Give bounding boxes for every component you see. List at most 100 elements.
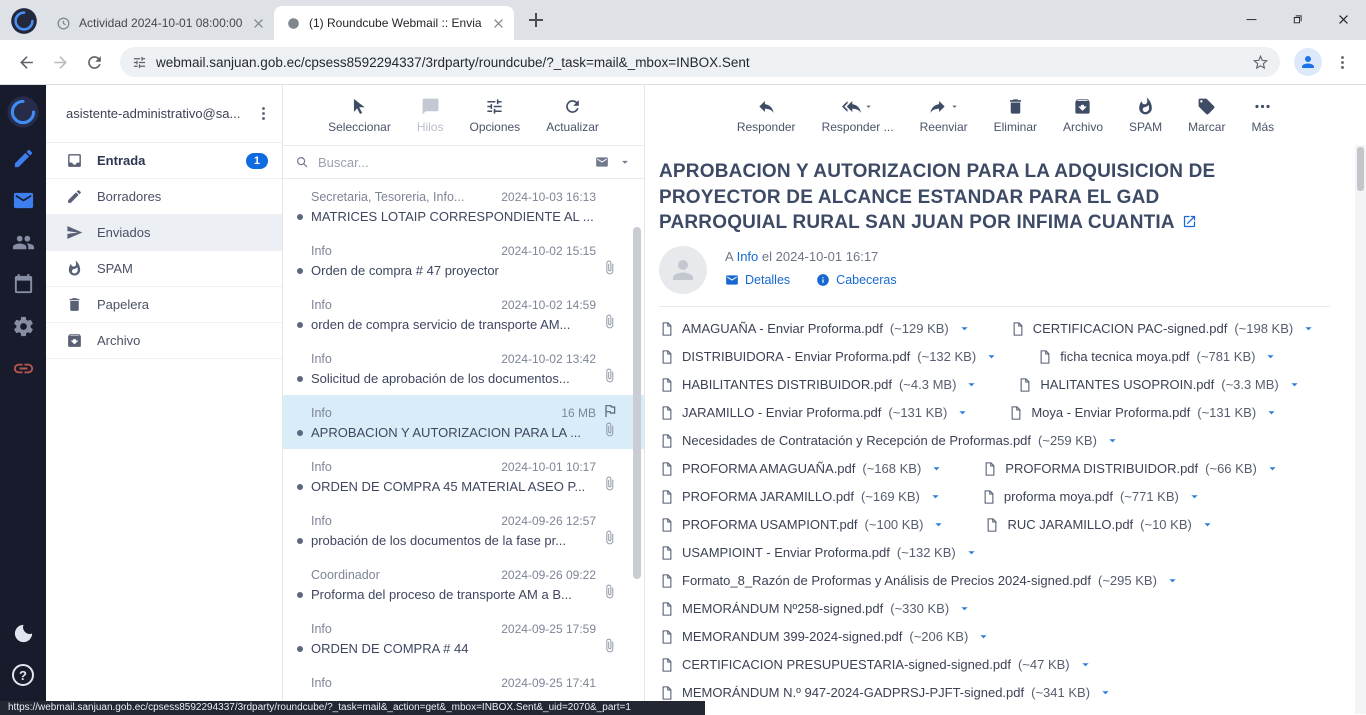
list-scrollbar-thumb[interactable] bbox=[633, 227, 641, 579]
external-link-icon[interactable] bbox=[1182, 214, 1197, 229]
reply-button[interactable]: Responder bbox=[737, 96, 796, 134]
flag-icon[interactable] bbox=[602, 565, 618, 581]
search-scope-icon[interactable] bbox=[595, 155, 609, 169]
attachment-menu-caret-icon[interactable] bbox=[931, 517, 946, 532]
chevron-down-icon[interactable] bbox=[949, 101, 960, 112]
attachment-menu-caret-icon[interactable] bbox=[976, 629, 991, 644]
chevron-down-icon[interactable] bbox=[863, 101, 874, 112]
delete-button[interactable]: Eliminar bbox=[994, 96, 1037, 134]
view-scrollbar[interactable] bbox=[1355, 145, 1366, 714]
back-button[interactable] bbox=[10, 46, 42, 78]
attachment-item[interactable]: JARAMILLO - Enviar Proforma.pdf (~131 KB… bbox=[659, 405, 970, 421]
flag-icon[interactable] bbox=[602, 673, 618, 689]
attachment-item[interactable]: PROFORMA AMAGUAÑA.pdf (~168 KB) bbox=[659, 461, 944, 477]
contacts-app-icon[interactable] bbox=[12, 231, 35, 254]
flag-icon[interactable] bbox=[602, 187, 618, 203]
refresh-button[interactable]: Actualizar bbox=[546, 96, 599, 134]
attachment-item[interactable]: CERTIFICACION PRESUPUESTARIA-signed-sign… bbox=[659, 657, 1093, 673]
details-toggle[interactable]: Detalles bbox=[725, 273, 790, 287]
account-menu-icon[interactable] bbox=[255, 105, 272, 122]
search-options-chevron-icon[interactable] bbox=[618, 155, 632, 169]
mark-button[interactable]: Marcar bbox=[1188, 96, 1225, 134]
flag-icon[interactable] bbox=[602, 295, 618, 311]
window-restore-button[interactable] bbox=[1274, 0, 1320, 38]
attachment-menu-caret-icon[interactable] bbox=[1200, 517, 1215, 532]
flag-icon[interactable] bbox=[602, 241, 618, 257]
archive-button[interactable]: Archivo bbox=[1063, 96, 1103, 134]
forward-button[interactable]: Reenviar bbox=[920, 96, 968, 134]
attachment-menu-caret-icon[interactable] bbox=[1105, 433, 1120, 448]
attachment-menu-caret-icon[interactable] bbox=[1287, 377, 1302, 392]
attachment-menu-caret-icon[interactable] bbox=[1264, 405, 1279, 420]
attachment-item[interactable]: proforma moya.pdf (~771 KB) bbox=[981, 489, 1202, 505]
link-app-icon[interactable] bbox=[12, 357, 35, 380]
help-icon[interactable]: ? bbox=[12, 664, 34, 686]
attachment-item[interactable]: PROFORMA USAMPIONT.pdf (~100 KB) bbox=[659, 517, 946, 533]
window-close-button[interactable] bbox=[1320, 0, 1366, 38]
message-row[interactable]: Info 2024-09-25 17:59 ORDEN DE COMPRA # … bbox=[283, 611, 644, 665]
attachment-menu-caret-icon[interactable] bbox=[929, 713, 944, 714]
attachment-menu-caret-icon[interactable] bbox=[964, 545, 979, 560]
message-row[interactable]: Info 2024-10-01 10:17 ORDEN DE COMPRA 45… bbox=[283, 449, 644, 503]
folder-item-enviados[interactable]: Enviados bbox=[46, 215, 282, 251]
attachment-menu-caret-icon[interactable] bbox=[957, 321, 972, 336]
attachment-item[interactable]: PROFORMA DISTRIBUIDOR.pdf (~66 KB) bbox=[982, 461, 1280, 477]
attachment-menu-caret-icon[interactable] bbox=[929, 461, 944, 476]
attachment-item[interactable]: Moya - Enviar Proforma.pdf (~131 KB) bbox=[1008, 405, 1279, 421]
recipient-link[interactable]: Info bbox=[737, 249, 759, 264]
folder-item-papelera[interactable]: Papelera bbox=[46, 287, 282, 323]
message-row[interactable]: Coordinador 2024-09-26 09:22 Proforma de… bbox=[283, 557, 644, 611]
attachment-item[interactable]: ficha tecnica moya.pdf (~781 KB) bbox=[1037, 349, 1278, 365]
mail-app-icon[interactable] bbox=[12, 189, 35, 212]
tab-close-icon[interactable] bbox=[251, 16, 266, 31]
attachment-item[interactable]: CERTIFICACION PAC-signed.pdf (~198 KB) bbox=[1010, 321, 1316, 337]
attachment-menu-caret-icon[interactable] bbox=[1078, 657, 1093, 672]
attachment-menu-caret-icon[interactable] bbox=[957, 601, 972, 616]
view-scrollbar-thumb[interactable] bbox=[1357, 147, 1364, 191]
reload-button[interactable] bbox=[78, 46, 110, 78]
flag-icon[interactable] bbox=[602, 511, 618, 527]
message-row[interactable]: Info 2024-10-02 13:42 Solicitud de aprob… bbox=[283, 341, 644, 395]
search-input[interactable]: Buscar... bbox=[318, 155, 586, 170]
message-row[interactable]: Info 2024-09-26 12:57 probación de los d… bbox=[283, 503, 644, 557]
folder-item-spam[interactable]: SPAM bbox=[46, 251, 282, 287]
reply-all-button[interactable]: Responder ... bbox=[822, 96, 894, 134]
attachment-menu-caret-icon[interactable] bbox=[928, 489, 943, 504]
attachment-item[interactable]: Necesidades de Contratación y Recepción … bbox=[659, 433, 1120, 449]
browser-menu-button[interactable] bbox=[1328, 48, 1356, 76]
new-tab-button[interactable] bbox=[524, 8, 548, 32]
attachment-item[interactable]: AMAGUAÑA - Enviar Proforma.pdf (~129 KB) bbox=[659, 321, 972, 337]
threads-button[interactable]: Hilos bbox=[417, 96, 444, 134]
attachment-menu-caret-icon[interactable] bbox=[955, 405, 970, 420]
flag-icon[interactable] bbox=[602, 349, 618, 365]
attachment-menu-caret-icon[interactable] bbox=[1263, 349, 1278, 364]
calendar-app-icon[interactable] bbox=[12, 273, 35, 296]
spam-button[interactable]: SPAM bbox=[1129, 96, 1162, 134]
message-row[interactable]: Info 16 MB APROBACION Y AUTORIZACION PAR… bbox=[283, 395, 644, 449]
browser-tab-roundcube[interactable]: (1) Roundcube Webmail :: Envia bbox=[274, 6, 514, 40]
attachment-item[interactable]: HABILITANTES DISTRIBUIDOR.pdf (~4.3 MB) bbox=[659, 377, 979, 393]
attachment-menu-caret-icon[interactable] bbox=[1265, 461, 1280, 476]
folder-item-borradores[interactable]: Borradores bbox=[46, 179, 282, 215]
attachment-item[interactable]: MEMORÁNDUM Nº258-signed.pdf (~330 KB) bbox=[659, 601, 972, 617]
folder-item-entrada[interactable]: Entrada 1 bbox=[46, 143, 282, 179]
attachment-menu-caret-icon[interactable] bbox=[1165, 573, 1180, 588]
attachment-item[interactable]: MEMORANDUM 399-2024-signed.pdf (~206 KB) bbox=[659, 629, 991, 645]
search-bar[interactable]: Buscar... bbox=[283, 145, 644, 179]
folder-item-archivo[interactable]: Archivo bbox=[46, 323, 282, 359]
forward-button[interactable] bbox=[44, 46, 76, 78]
tab-close-icon[interactable] bbox=[491, 16, 506, 31]
headers-toggle[interactable]: Cabeceras bbox=[816, 273, 896, 287]
attachment-item[interactable]: DISTRIBUIDORA - Enviar Proforma.pdf (~13… bbox=[659, 349, 999, 365]
more-button[interactable]: Más bbox=[1251, 96, 1274, 134]
browser-profile-button[interactable] bbox=[1294, 48, 1322, 76]
attachment-item[interactable]: MEMORÁNDUM N.º 947-2024-GADPRSJ-PJFT-sig… bbox=[659, 685, 1113, 701]
window-minimize-button[interactable] bbox=[1228, 0, 1274, 38]
settings-app-icon[interactable] bbox=[12, 315, 35, 338]
attachment-menu-caret-icon[interactable] bbox=[1098, 685, 1113, 700]
select-button[interactable]: Seleccionar bbox=[328, 96, 391, 134]
compose-icon[interactable] bbox=[12, 147, 35, 170]
message-row[interactable]: Info 2024-10-02 15:15 Orden de compra # … bbox=[283, 233, 644, 287]
attachment-item[interactable]: HALITANTES USOPROIN.pdf (~3.3 MB) bbox=[1017, 377, 1301, 393]
dark-mode-toggle-icon[interactable] bbox=[12, 622, 35, 645]
